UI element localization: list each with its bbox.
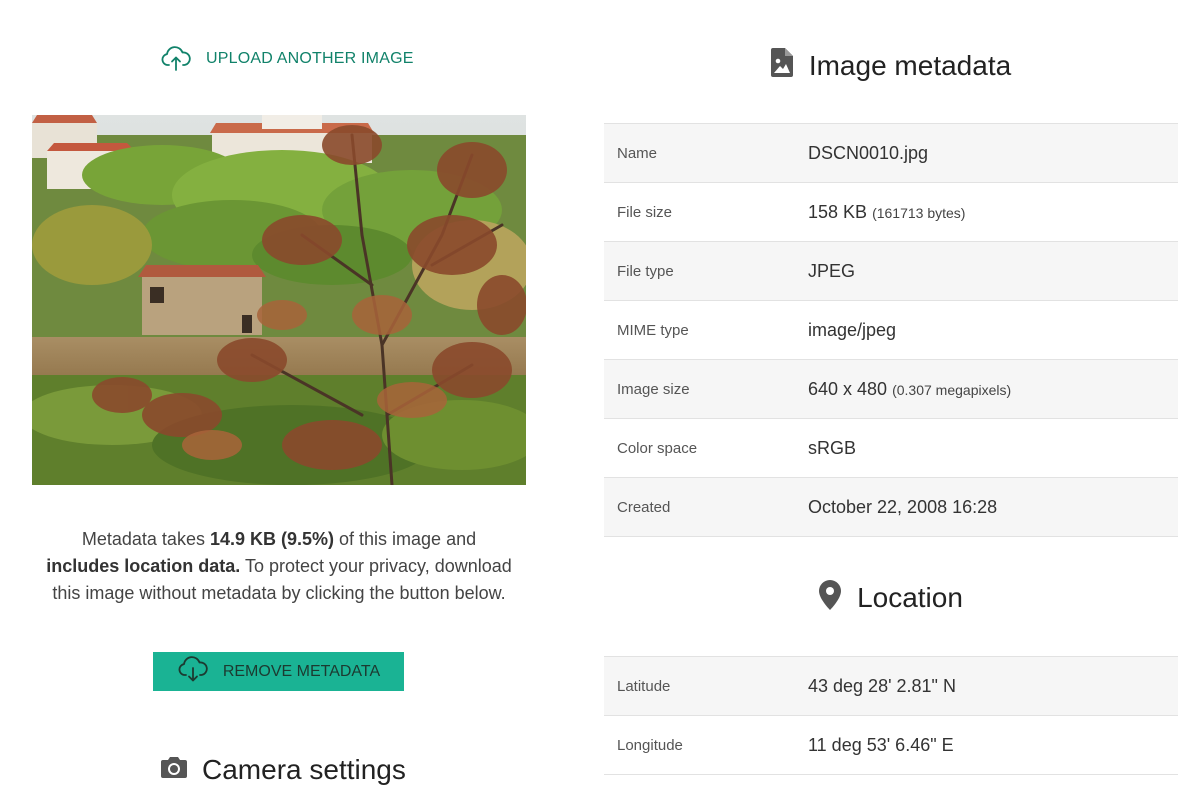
location-value: 43 deg 28' 2.81" N [808,656,1178,716]
metadata-value-text: 640 x 480 [808,378,888,399]
metadata-value-extra: (161713 bytes) [872,204,966,221]
metadata-key: Color space [604,418,808,478]
table-row: Image size 640 x 480 (0.307 megapixels) [604,359,1178,419]
uploaded-image-preview [32,115,526,485]
metadata-value-text: 158 KB [808,201,868,222]
camera-settings-title: Camera settings [202,754,406,785]
metadata-value: 640 x 480 (0.307 megapixels) [808,359,1178,419]
metadata-value-text: JPEG [808,260,856,281]
metadata-value: sRGB [808,418,1178,478]
location-warning: includes location data. [46,556,241,576]
metadata-key: File size [604,182,808,242]
image-metadata-heading: Image metadata [604,44,1178,88]
location-value: 11 deg 53' 6.46" E [808,715,1178,775]
metadata-value: 158 KB (161713 bytes) [808,182,1178,242]
camera-settings-heading: Camera settings [160,748,406,792]
table-row: Latitude 43 deg 28' 2.81" N [604,656,1178,716]
table-row: MIME type image/jpeg [604,300,1178,360]
metadata-value-extra: (0.307 megapixels) [892,381,1012,398]
location-table: Latitude 43 deg 28' 2.81" N Longitude 11… [604,656,1178,775]
image-file-icon [770,48,793,84]
camera-icon [160,754,188,786]
remove-metadata-label: REMOVE METADATA [222,662,381,680]
table-row: Name DSCN0010.jpg [604,123,1178,183]
privacy-notice: Metadata takes 14.9 KB (9.5%) of this im… [46,526,512,607]
table-row: Created October 22, 2008 16:28 [604,477,1178,537]
metadata-value-text: sRGB [808,437,857,458]
notice-prefix: Metadata takes [81,529,210,549]
table-row: Color space sRGB [604,418,1178,478]
metadata-key: Created [604,477,808,537]
metadata-value-text: October 22, 2008 16:28 [808,496,998,517]
upload-another-image-link[interactable]: UPLOAD ANOTHER IMAGE [160,44,414,74]
image-metadata-table: Name DSCN0010.jpg File size 158 KB (1617… [604,123,1178,537]
metadata-value: JPEG [808,241,1178,301]
remove-metadata-button[interactable]: REMOVE METADATA [153,652,404,691]
upload-another-image-label: UPLOAD ANOTHER IMAGE [206,50,414,67]
metadata-size: 14.9 KB (9.5%) [209,529,335,549]
image-metadata-title: Image metadata [808,50,1012,81]
table-row: File type JPEG [604,241,1178,301]
table-row: Longitude 11 deg 53' 6.46" E [604,715,1178,775]
location-key: Longitude [604,715,808,775]
location-key: Latitude [604,656,808,716]
metadata-value: October 22, 2008 16:28 [808,477,1178,537]
cloud-download-icon [177,656,209,687]
table-row: File size 158 KB (161713 bytes) [604,182,1178,242]
location-heading: Location [604,576,1178,620]
metadata-value: DSCN0010.jpg [808,123,1178,183]
metadata-value: image/jpeg [808,300,1178,360]
cloud-upload-icon [160,46,192,72]
metadata-value-text: image/jpeg [808,319,897,340]
notice-middle: of this image and [334,529,477,549]
metadata-key: Name [604,123,808,183]
map-pin-icon [819,579,842,617]
metadata-key: Image size [604,359,808,419]
location-title: Location [857,582,963,613]
metadata-key: MIME type [604,300,808,360]
metadata-value-text: DSCN0010.jpg [808,142,929,163]
metadata-key: File type [604,241,808,301]
